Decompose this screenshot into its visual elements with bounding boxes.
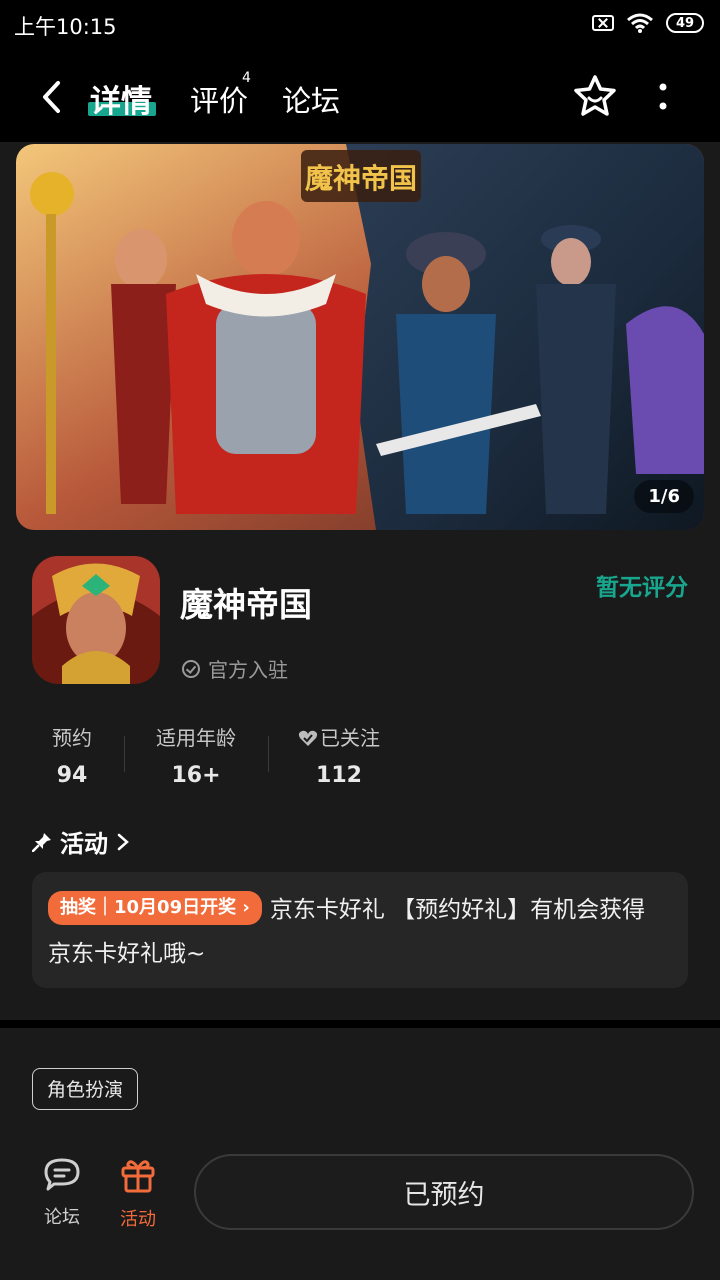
banner-pager: 1/6 [634, 480, 694, 513]
gift-icon [121, 1160, 155, 1193]
reviews-count-badge: 4 [242, 70, 251, 86]
tab-reviews[interactable]: 评价 [190, 78, 248, 120]
activity-heading: 活动 [60, 830, 108, 858]
favorite-star-icon[interactable] [572, 74, 618, 118]
banner-logo-text: 魔神帝国 [305, 162, 417, 195]
tab-details[interactable]: 详情 [90, 76, 152, 121]
status-icons: 49 [592, 12, 704, 34]
more-options-icon[interactable] [656, 82, 670, 112]
banner-artwork: 魔神帝国 [16, 144, 704, 530]
game-banner-carousel[interactable]: 魔神帝国 [16, 144, 704, 530]
lottery-tag-text: 抽奖｜10月09日开奖 [60, 896, 237, 918]
official-badge: 官方入驻 [182, 654, 288, 683]
stat-reservations: 预约 94 [40, 722, 104, 788]
reserved-button[interactable]: 已预约 [194, 1154, 694, 1230]
stat-value: 94 [56, 763, 88, 788]
app-name: 魔神帝国 [180, 585, 312, 624]
battery-indicator: 49 [666, 13, 704, 33]
genre-tag[interactable]: 角色扮演 [32, 1068, 139, 1110]
lottery-tag[interactable]: 抽奖｜10月09日开奖 › [48, 890, 262, 925]
stat-divider [124, 736, 125, 772]
chevron-right-icon [117, 833, 129, 850]
activity-header[interactable]: 活动 [32, 824, 130, 859]
stat-followers[interactable]: 已关注 112 [294, 722, 384, 788]
bottom-activity-button[interactable]: 活动 [103, 1156, 173, 1231]
chevron-right-icon: › [242, 896, 250, 918]
no-sim-icon [592, 15, 614, 31]
stat-label: 已关注 [294, 722, 384, 751]
forum-label: 论坛 [44, 1207, 80, 1228]
bottom-forum-button[interactable]: 论坛 [27, 1156, 97, 1229]
rating-text[interactable]: 暂无评分 [596, 568, 688, 602]
stat-age-rating: 适用年龄 16+ [150, 722, 242, 788]
wifi-icon [627, 13, 653, 33]
official-label: 官方入驻 [208, 658, 288, 682]
status-bar: 上午10:15 49 [0, 0, 720, 52]
stat-divider [268, 736, 269, 772]
app-icon [32, 556, 160, 684]
forum-chat-icon [44, 1158, 80, 1191]
stat-label: 适用年龄 [156, 726, 236, 750]
activity-content: 抽奖｜10月09日开奖 › 京东卡好礼 【预约好礼】有机会获得京东卡好礼哦~ [48, 888, 668, 976]
top-navigation: 详情 评价 4 论坛 [0, 52, 720, 142]
stat-label-text: 已关注 [320, 726, 380, 750]
heart-check-icon [298, 730, 318, 746]
status-time: 上午10:15 [14, 15, 117, 39]
activity-label: 活动 [120, 1209, 156, 1230]
pin-icon [32, 832, 51, 852]
stat-label: 预约 [52, 726, 92, 750]
activity-card[interactable]: 抽奖｜10月09日开奖 › 京东卡好礼 【预约好礼】有机会获得京东卡好礼哦~ [32, 872, 688, 988]
section-separator [0, 1020, 720, 1028]
stat-value: 16+ [171, 763, 221, 788]
tab-forum[interactable]: 论坛 [282, 78, 340, 120]
verified-check-icon [182, 659, 200, 678]
back-icon[interactable] [40, 80, 62, 114]
stat-value: 112 [316, 763, 362, 788]
